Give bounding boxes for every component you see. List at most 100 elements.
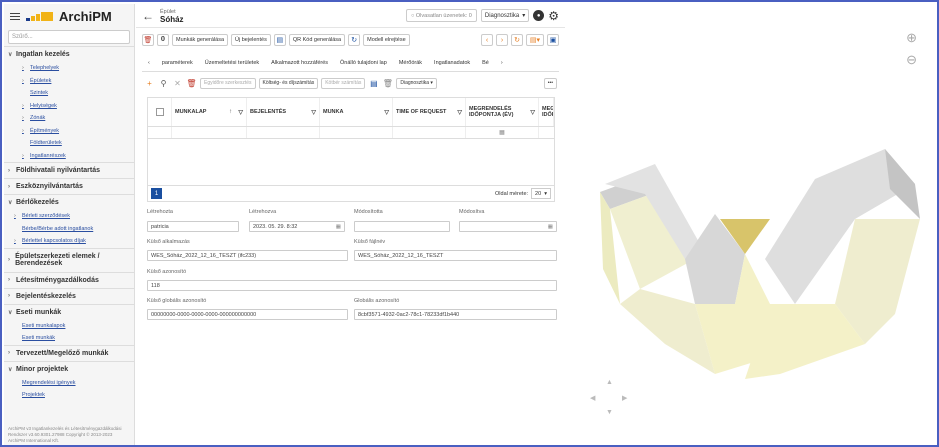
nav-item-telephelyek[interactable]: › Telephelyek: [4, 62, 134, 75]
tab-uzemeltetesi[interactable]: Üzemeltetési területek: [199, 60, 265, 66]
page-size-select[interactable]: 20 ▾: [531, 188, 551, 199]
model-viewer[interactable]: ⊕ ⊖ ▲ ◀ ▶ ▼: [565, 4, 937, 445]
back-arrow-icon[interactable]: ←: [142, 9, 154, 23]
col-megr-idop[interactable]: MEGR. IDŐP.: [539, 98, 554, 126]
menu-icon[interactable]: [10, 12, 20, 20]
calendar-icon[interactable]: ▦: [548, 224, 553, 230]
field-modositotta[interactable]: [354, 221, 450, 232]
nav-section-minor[interactable]: ∨ Minor projektek: [4, 360, 134, 377]
reload-icon[interactable]: ↻: [511, 34, 523, 46]
batch-edit-button[interactable]: Egyidőre szerkesztés: [200, 77, 256, 89]
menu-dropdown-icon[interactable]: ▤▾: [526, 34, 544, 46]
tab-tulajdoni-lap[interactable]: Önálló tulajdoni lap: [334, 60, 393, 66]
nav-arrows[interactable]: ▲ ◀ ▶ ▼: [590, 379, 630, 419]
grid-delete-icon[interactable]: 🗑: [186, 78, 197, 89]
filter-icon[interactable]: ▽: [530, 109, 535, 116]
filter-munkalap-input[interactable]: [172, 127, 247, 138]
diagnostics-dropdown[interactable]: Diagnosztika ▾: [480, 9, 530, 22]
unlink-icon[interactable]: ✕: [172, 78, 183, 89]
filter-icon[interactable]: ▽: [457, 109, 462, 116]
filter-icon[interactable]: ▽: [384, 109, 389, 116]
generate-jobs-button[interactable]: Munkák generálása: [172, 34, 229, 46]
arrow-up-icon[interactable]: ▲: [606, 379, 613, 386]
col-bejelentes[interactable]: BEJELENTÉS ▽: [247, 98, 320, 126]
arrow-left-icon[interactable]: ◀: [590, 394, 595, 402]
nav-item-berleti-szerzodesek[interactable]: › Bérleti szerződések: [4, 210, 134, 223]
calendar-icon[interactable]: ▦: [336, 224, 341, 230]
field-kulso-alkalmazas[interactable]: WES_Sóház_2022_12_16_TESZT (ifc233): [147, 250, 348, 261]
select-all-checkbox[interactable]: [148, 98, 172, 126]
filter-bejelentes-input[interactable]: [247, 127, 320, 138]
hide-model-button[interactable]: Modell elrejtése: [363, 34, 410, 46]
new-report-button[interactable]: Új bejelentés: [231, 34, 271, 46]
nav-item-helyisegek[interactable]: › Helyiségek: [4, 100, 134, 113]
field-kulso-fajlnev[interactable]: WES_Sóház_2022_12_16_TESZT: [354, 250, 557, 261]
nav-item-zonak[interactable]: › Zónák: [4, 112, 134, 125]
filter-time-input[interactable]: [393, 127, 466, 138]
tab-parameterek[interactable]: paraméterek: [156, 60, 199, 66]
gear-icon[interactable]: ⚙: [548, 9, 559, 23]
delete-icon[interactable]: 🗑: [142, 34, 154, 46]
tab-be[interactable]: Bé: [476, 60, 495, 66]
field-kulso-azonosito[interactable]: 118: [147, 280, 557, 291]
tab-alkalmazott[interactable]: Alkalmazott hozzáférés: [265, 60, 334, 66]
grid-trash-icon[interactable]: 🗑: [382, 78, 393, 89]
col-megrendeles-idopontja[interactable]: MEGRENDELÉS IDŐPONTJA (ÉV) ▽: [466, 98, 539, 126]
export-icon[interactable]: ▤: [368, 78, 379, 89]
sidebar-search-input[interactable]: Szűrő...: [8, 30, 130, 44]
field-letrehozta[interactable]: patricia: [147, 221, 239, 232]
nav-item-epuletek[interactable]: › Épületek: [4, 75, 134, 88]
nav-section-bejelentes[interactable]: › Bejelentéskezelés: [4, 287, 134, 304]
add-icon[interactable]: +: [144, 78, 155, 89]
tabs-prev-icon[interactable]: ‹: [142, 60, 156, 66]
nav-item-berbe-adott[interactable]: Bérbe/Bérbe adott ingatlanok: [4, 223, 134, 236]
document-icon[interactable]: ▤: [273, 34, 286, 46]
filter-icon[interactable]: ▽: [311, 109, 316, 116]
user-avatar-icon[interactable]: ●: [533, 10, 545, 21]
page-1-button[interactable]: 1: [151, 188, 162, 199]
nav-section-letesitmeny[interactable]: › Létesítménygazdálkodás: [4, 271, 134, 288]
col-munka[interactable]: MUNKA ▽: [320, 98, 393, 126]
link-icon[interactable]: ⚲: [158, 78, 169, 89]
field-modositva[interactable]: ▦: [459, 221, 557, 232]
save-icon[interactable]: ▣: [547, 34, 559, 46]
arrow-down-icon[interactable]: ▼: [606, 409, 613, 416]
nav-section-foldhivatali[interactable]: › Földhivatali nyilvántartás: [4, 162, 134, 178]
nav-item-eseti-munkalapok[interactable]: Eseti munkalapok: [4, 320, 134, 333]
nav-item-projektek[interactable]: Projektek: [4, 389, 134, 402]
field-letrehozva[interactable]: 2023. 05. 29. 8:32 ▦: [249, 221, 345, 232]
grid-diagnostics-dropdown[interactable]: Diagnosztika ▾: [396, 77, 437, 89]
field-globalis[interactable]: 8cbf3571-4932-0ac2-78c1-78233df1b440: [354, 309, 557, 320]
nav-section-eszkoz[interactable]: › Eszköznyilvántartás: [4, 178, 134, 194]
nav-section-tervezett[interactable]: › Tervezett/Megelőző munkák: [4, 344, 134, 361]
field-kulso-globalis[interactable]: 00000000-0000-0000-0000-000000000000: [147, 309, 348, 320]
col-time-of-request[interactable]: TIME OF REQUEST ▽: [393, 98, 466, 126]
nav-section-epuletszerkezeti[interactable]: › Épületszerkezeti elemek / Berendezések: [4, 247, 134, 272]
more-options-button[interactable]: •••: [543, 77, 557, 89]
nav-section-berlo[interactable]: ∨ Bérlőkezelés: [4, 194, 134, 210]
nav-item-foldteruletek[interactable]: Földterületek: [4, 137, 134, 150]
unread-messages-button[interactable]: ○ Olvasatlan üzenetek: 0: [406, 9, 477, 22]
tab-ingatlanadatok[interactable]: Ingatlanadatok: [428, 60, 476, 66]
next-icon[interactable]: ›: [496, 34, 508, 46]
calendar-icon[interactable]: ▦: [466, 127, 539, 138]
qr-generate-button[interactable]: QR Kód generálása: [288, 34, 346, 46]
penalty-calc-button[interactable]: Kötbér számítás: [321, 77, 366, 89]
nav-item-szintek[interactable]: Szintek: [4, 87, 134, 100]
nav-section-eseti[interactable]: ∨ Eseti munkák: [4, 303, 134, 320]
tab-meroorak[interactable]: Mérőórák: [393, 60, 428, 66]
filter-munka-input[interactable]: [320, 127, 393, 138]
nav-item-epitmenyek[interactable]: › Építmények: [4, 125, 134, 138]
nav-item-eseti-munkak[interactable]: Eseti munkák: [4, 332, 134, 345]
tabs-next-icon[interactable]: ›: [495, 60, 509, 66]
cost-calc-button[interactable]: Költség- és díjszámítás: [258, 77, 319, 89]
filter-icon[interactable]: ▽: [238, 109, 243, 116]
nav-item-berlet-dijak[interactable]: › Bérlettel kapcsolatos díjak: [4, 235, 134, 248]
prev-icon[interactable]: ‹: [481, 34, 493, 46]
sort-up-icon[interactable]: ↑: [229, 109, 232, 115]
arrow-right-icon[interactable]: ▶: [622, 394, 627, 402]
nav-item-megrendelesi[interactable]: Megrendelési igények: [4, 377, 134, 390]
nav-item-ingatlanreszek[interactable]: › Ingatlanrészek: [4, 150, 134, 163]
refresh-icon[interactable]: ↻: [348, 34, 361, 46]
nav-section-ingatlan[interactable]: ∨ Ingatlan kezelés: [4, 46, 134, 62]
